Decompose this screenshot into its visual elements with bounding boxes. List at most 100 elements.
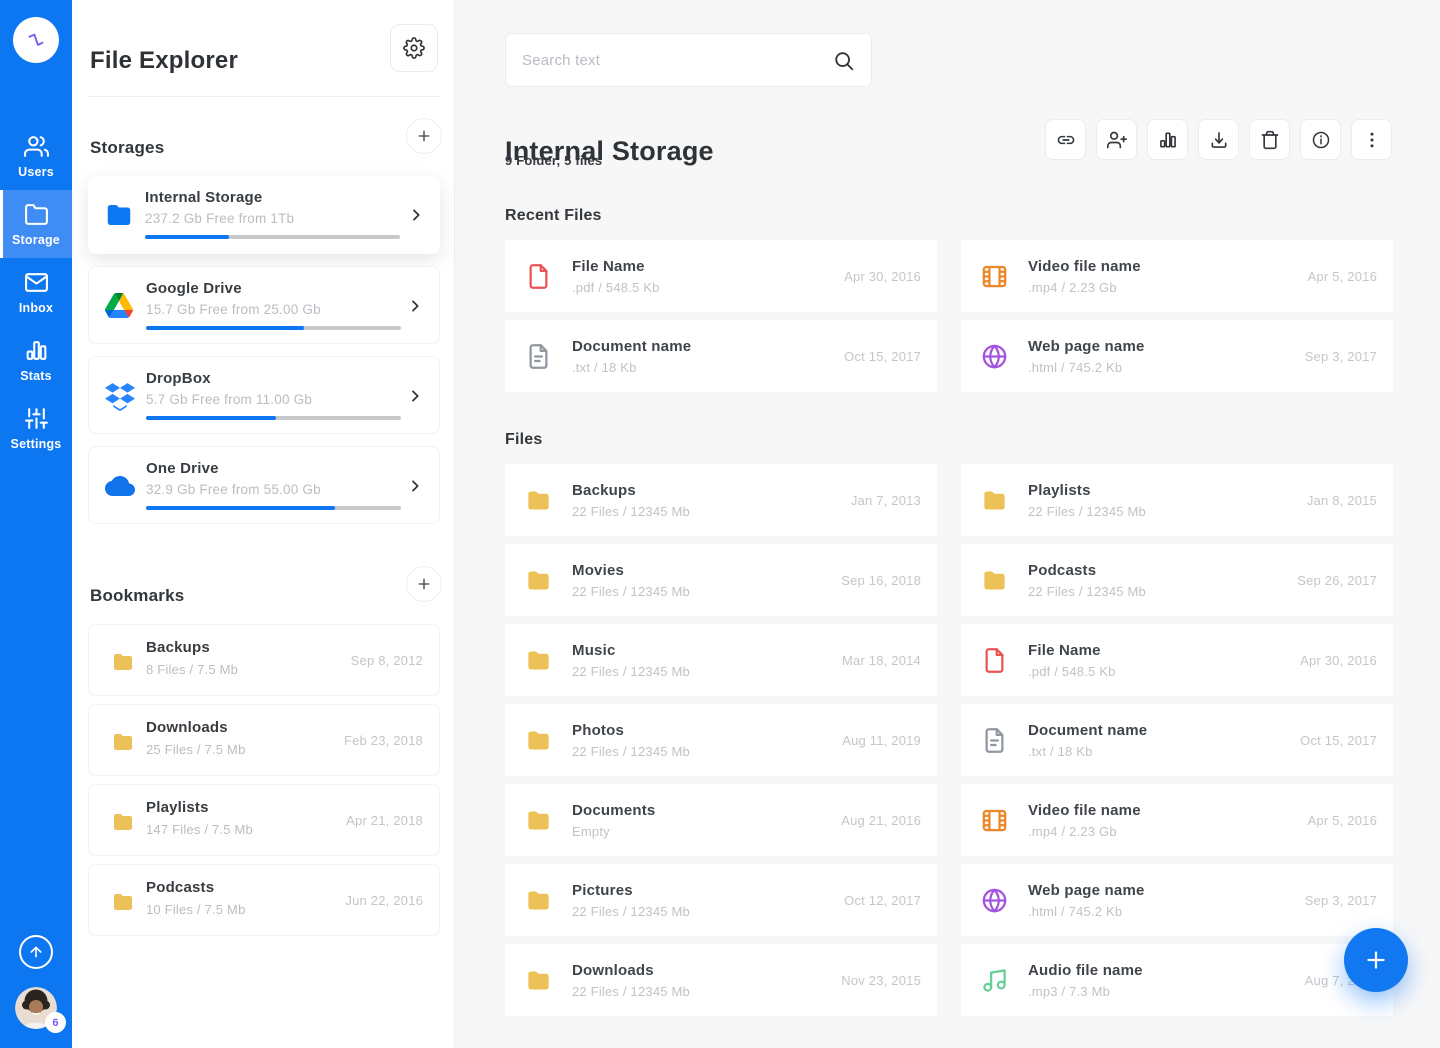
files-heading: Files: [505, 431, 542, 449]
globe-icon: [981, 343, 1008, 370]
file-row[interactable]: File Name .pdf / 548.5 Kb Apr 30, 2016: [961, 624, 1393, 696]
link-icon: [1056, 130, 1076, 150]
bookmark-downloads[interactable]: Downloads 25 Files / 7.5 Mb Feb 23, 2018: [88, 704, 440, 776]
arrow-up-icon: [28, 944, 44, 960]
folder-row[interactable]: Podcasts 22 Files / 12345 Mb Sep 26, 201…: [961, 544, 1393, 616]
file-name: Document name: [1028, 722, 1300, 739]
video-file-icon: [981, 263, 1008, 290]
bookmark-playlists[interactable]: Playlists 147 Files / 7.5 Mb Apr 21, 201…: [88, 784, 440, 856]
folder-date: Jan 8, 2015: [1307, 493, 1377, 508]
folder-icon: [111, 650, 135, 674]
file-date: Sep 3, 2017: [1305, 349, 1377, 364]
folder-row[interactable]: Downloads 22 Files / 12345 Mb Nov 23, 20…: [505, 944, 937, 1016]
folder-date: Nov 23, 2015: [841, 973, 921, 988]
folder-row[interactable]: Photos 22 Files / 12345 Mb Aug 11, 2019: [505, 704, 937, 776]
folder-date: Mar 18, 2014: [842, 653, 921, 668]
file-date: Oct 15, 2017: [844, 349, 921, 364]
bookmark-backups[interactable]: Backups 8 Files / 7.5 Mb Sep 8, 2012: [88, 624, 440, 696]
app-logo[interactable]: [13, 17, 59, 63]
storage-info: 5.7 Gb Free from 11.00 Gb: [146, 392, 312, 407]
folder-name: Photos: [572, 722, 842, 739]
file-info: .html / 745.2 Kb: [1028, 360, 1305, 375]
file-row[interactable]: Document name .txt / 18 Kb Oct 15, 2017: [961, 704, 1393, 776]
storage-progress-fill: [146, 506, 335, 510]
bookmark-name: Backups: [146, 639, 210, 656]
file-row[interactable]: Web page name .html / 745.2 Kb Sep 3, 20…: [961, 320, 1393, 392]
folder-info: 22 Files / 12345 Mb: [572, 984, 841, 999]
folder-name: Movies: [572, 562, 841, 579]
folder-row[interactable]: Music 22 Files / 12345 Mb Mar 18, 2014: [505, 624, 937, 696]
plus-icon: [416, 128, 432, 144]
info-button[interactable]: [1300, 119, 1341, 160]
folder-row[interactable]: Documents Empty Aug 21, 2016: [505, 784, 937, 856]
nav-rail: Users Storage Inbox Stats Settings: [0, 0, 72, 1048]
file-name: Web page name: [1028, 882, 1305, 899]
bookmark-podcasts[interactable]: Podcasts 10 Files / 7.5 Mb Jun 22, 2016: [88, 864, 440, 936]
storage-card-internal[interactable]: Internal Storage 237.2 Gb Free from 1Tb: [88, 176, 440, 254]
add-storage-button[interactable]: [406, 118, 442, 154]
folder-date: Sep 26, 2017: [1297, 573, 1377, 588]
sidebar-item-inbox[interactable]: Inbox: [0, 258, 72, 326]
file-row[interactable]: Audio file name .mp3 / 7.3 Mb Aug 7, 201…: [961, 944, 1393, 1016]
file-date: Apr 5, 2016: [1308, 269, 1377, 284]
folder-info: 22 Files / 12345 Mb: [572, 584, 841, 599]
chevron-right-icon: [407, 478, 423, 494]
bookmark-info: 10 Files / 7.5 Mb: [146, 902, 246, 917]
file-explorer-app: Users Storage Inbox Stats Settings: [0, 0, 1440, 1048]
folder-info: 22 Files / 12345 Mb: [572, 504, 851, 519]
text-file-icon: [525, 343, 552, 370]
file-row[interactable]: File Name .pdf / 548.5 Kb Apr 30, 2016: [505, 240, 937, 312]
bookmark-name: Playlists: [146, 799, 209, 816]
file-row[interactable]: Video file name .mp4 / 2.23 Gb Apr 5, 20…: [961, 784, 1393, 856]
folder-row[interactable]: Playlists 22 Files / 12345 Mb Jan 8, 201…: [961, 464, 1393, 536]
recent-left-column: File Name .pdf / 548.5 Kb Apr 30, 2016 D…: [505, 240, 937, 400]
add-file-fab[interactable]: [1344, 928, 1408, 992]
google-drive-icon: [105, 291, 135, 321]
folder-date: Aug 21, 2016: [841, 813, 921, 828]
scroll-to-top-button[interactable]: [19, 935, 53, 969]
file-row[interactable]: Document name .txt / 18 Kb Oct 15, 2017: [505, 320, 937, 392]
storage-card-onedrive[interactable]: One Drive 32.9 Gb Free from 55.00 Gb: [88, 446, 440, 524]
add-user-button[interactable]: [1096, 119, 1137, 160]
trash-icon: [1260, 130, 1280, 150]
add-bookmark-button[interactable]: [406, 566, 442, 602]
file-info: .pdf / 548.5 Kb: [572, 280, 844, 295]
folder-row[interactable]: Pictures 22 Files / 12345 Mb Oct 12, 201…: [505, 864, 937, 936]
folder-icon: [525, 967, 552, 994]
recent-files-grid: File Name .pdf / 548.5 Kb Apr 30, 2016 D…: [505, 240, 1393, 400]
sidebar-item-users[interactable]: Users: [0, 122, 72, 190]
sidebar-item-storage[interactable]: Storage: [0, 190, 72, 258]
bookmark-date: Apr 21, 2018: [346, 813, 423, 828]
file-info: .html / 745.2 Kb: [1028, 904, 1305, 919]
file-row[interactable]: Video file name .mp4 / 2.23 Gb Apr 5, 20…: [961, 240, 1393, 312]
folder-date: Jan 7, 2013: [851, 493, 921, 508]
storage-card-google-drive[interactable]: Google Drive 15.7 Gb Free from 25.00 Gb: [88, 266, 440, 344]
search-input[interactable]: [506, 34, 871, 86]
file-row[interactable]: Web page name .html / 745.2 Kb Sep 3, 20…: [961, 864, 1393, 936]
folder-icon: [981, 487, 1008, 514]
sidebar-item-settings[interactable]: Settings: [0, 394, 72, 462]
share-link-button[interactable]: [1045, 119, 1086, 160]
sidebar-item-stats[interactable]: Stats: [0, 326, 72, 394]
delete-button[interactable]: [1249, 119, 1290, 160]
folder-date: Oct 12, 2017: [844, 893, 921, 908]
folder-row[interactable]: Backups 22 Files / 12345 Mb Jan 7, 2013: [505, 464, 937, 536]
download-button[interactable]: [1198, 119, 1239, 160]
folder-info: 22 Files / 12345 Mb: [572, 744, 842, 759]
bar-chart-icon: [24, 338, 49, 363]
storage-name: DropBox: [146, 370, 211, 387]
folder-info: 22 Files / 12345 Mb: [1028, 584, 1297, 599]
chevron-right-icon: [407, 388, 423, 404]
search-icon[interactable]: [833, 50, 855, 72]
files-right-column: Playlists 22 Files / 12345 Mb Jan 8, 201…: [961, 464, 1393, 1024]
folder-name: Playlists: [1028, 482, 1307, 499]
stats-button[interactable]: [1147, 119, 1188, 160]
bookmark-name: Downloads: [146, 719, 228, 736]
file-name: Web page name: [1028, 338, 1305, 355]
storage-card-dropbox[interactable]: DropBox 5.7 Gb Free from 11.00 Gb: [88, 356, 440, 434]
folder-row[interactable]: Movies 22 Files / 12345 Mb Sep 16, 2018: [505, 544, 937, 616]
files-left-column: Backups 22 Files / 12345 Mb Jan 7, 2013 …: [505, 464, 937, 1024]
file-info: .txt / 18 Kb: [1028, 744, 1300, 759]
settings-button[interactable]: [390, 24, 438, 72]
more-options-button[interactable]: [1351, 119, 1392, 160]
